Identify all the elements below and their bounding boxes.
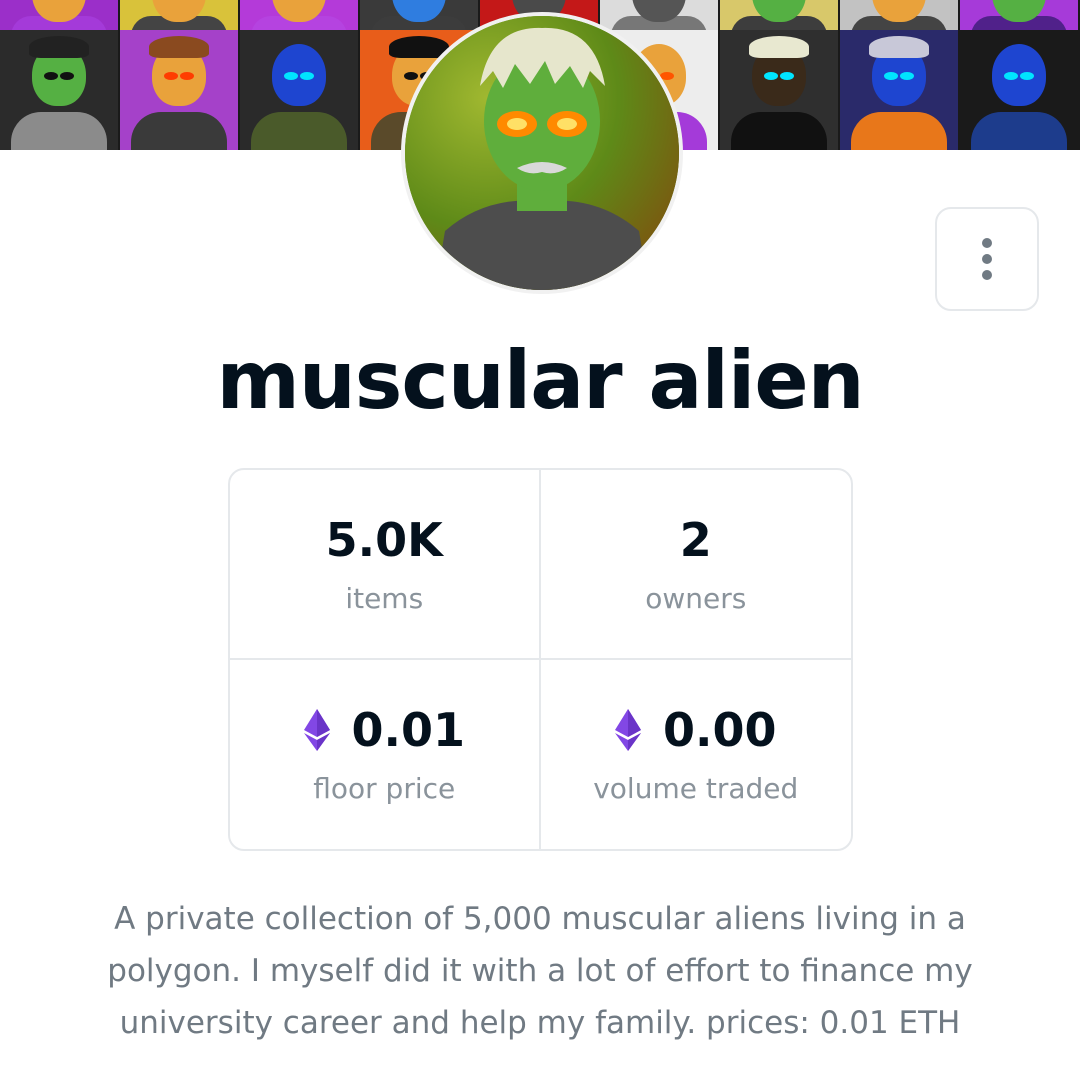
- more-vertical-icon-dot: [982, 254, 992, 264]
- stat-value: 2: [680, 512, 712, 568]
- stat-value-text: 0.00: [663, 703, 777, 758]
- stat-value: 5.0K: [326, 512, 443, 568]
- stat-floor-price[interactable]: 0.01 floor price: [230, 659, 541, 849]
- eth-icon: [303, 709, 330, 752]
- collection-avatar[interactable]: [401, 12, 683, 294]
- more-vertical-icon-dot: [982, 270, 992, 280]
- banner-nft-tile: [240, 30, 360, 150]
- banner-nft-tile: [120, 0, 240, 30]
- more-options-button[interactable]: [935, 207, 1039, 311]
- banner-nft-tile: [240, 0, 360, 30]
- collection-stats: 5.0K items 2 owners 0.01 floor price 0.0…: [228, 468, 853, 851]
- banner-nft-tile: [720, 0, 840, 30]
- stat-label: items: [345, 581, 424, 615]
- more-vertical-icon: [982, 238, 992, 248]
- banner-nft-tile: [840, 30, 960, 150]
- collection-title: muscular alien: [216, 334, 864, 427]
- collection-description: A private collection of 5,000 muscular a…: [107, 901, 973, 1041]
- stat-value: 0.01: [303, 702, 466, 758]
- stat-value-text: 0.01: [351, 703, 466, 758]
- stat-label: floor price: [313, 772, 456, 806]
- stat-value-text: 5.0K: [325, 512, 443, 567]
- stat-owners[interactable]: 2 owners: [540, 470, 851, 660]
- stat-value-text: 2: [679, 512, 712, 567]
- banner-nft-tile: [600, 0, 720, 30]
- alien-avatar-icon: [405, 16, 679, 290]
- banner-nft-tile: [720, 30, 840, 150]
- banner-nft-tile: [840, 0, 960, 30]
- banner-nft-tile: [0, 30, 120, 150]
- stat-items[interactable]: 5.0K items: [230, 470, 541, 660]
- eth-icon: [615, 709, 641, 752]
- stat-volume-traded[interactable]: 0.00 volume traded: [541, 660, 852, 850]
- stat-value: 0.00: [615, 702, 777, 758]
- banner-nft-tile: [120, 30, 240, 150]
- stat-label: owners: [645, 581, 747, 615]
- banner-nft-tile: [960, 0, 1080, 30]
- stat-label: volume traded: [593, 772, 799, 806]
- banner-nft-tile: [0, 0, 120, 30]
- banner-nft-tile: [960, 30, 1080, 150]
- banner-nft-tile: [360, 0, 480, 30]
